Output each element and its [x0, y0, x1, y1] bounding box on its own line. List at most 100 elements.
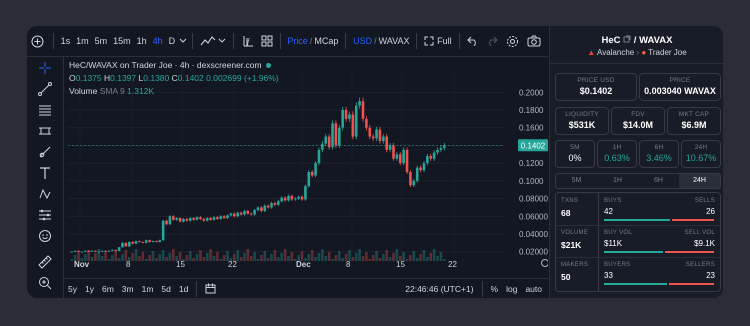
- change-1h-card[interactable]: 1H 0.63%: [597, 140, 637, 168]
- fib-tool[interactable]: [36, 102, 54, 118]
- candle-body: [344, 110, 348, 119]
- range-1y[interactable]: 1y: [81, 284, 98, 294]
- range-1d[interactable]: 1d: [175, 284, 192, 294]
- screenshot-button[interactable]: [523, 30, 545, 52]
- candle-body: [422, 163, 426, 171]
- candle-body: [385, 136, 389, 150]
- candle-body: [158, 240, 162, 242]
- candle-body: [178, 218, 182, 222]
- timeframe-1h[interactable]: 1h: [134, 30, 150, 52]
- volume-bar: [216, 252, 219, 261]
- timeframe-4h[interactable]: 4h: [150, 30, 166, 52]
- pair-header: HeC / WAVAX: [601, 35, 673, 46]
- horizontal-lines-icon: [39, 105, 51, 116]
- candle-body: [419, 167, 422, 171]
- candle-body: [100, 250, 104, 252]
- volume-bar: [331, 259, 334, 261]
- auto-scale-button[interactable]: auto: [521, 284, 546, 294]
- volume-bar: [127, 257, 131, 261]
- percent-scale-button[interactable]: %: [487, 284, 503, 294]
- wavax-option[interactable]: WAVAX: [379, 36, 410, 46]
- change-24h-card[interactable]: 24H 10.67%: [681, 140, 721, 168]
- ruler-tool[interactable]: [36, 254, 54, 270]
- currency-toggle[interactable]: USD / WAVAX: [350, 30, 412, 52]
- mcap-option[interactable]: MCap: [314, 36, 338, 46]
- usd-option[interactable]: USD: [353, 36, 372, 46]
- candle-body: [307, 172, 311, 187]
- range-6m[interactable]: 6m: [98, 284, 118, 294]
- volume-bar: [283, 249, 287, 261]
- pattern-tool[interactable]: [36, 123, 54, 139]
- volume-bar: [419, 254, 422, 261]
- volume-bar: [293, 259, 297, 261]
- text-tool[interactable]: [36, 165, 54, 181]
- high-value: 0.1397: [110, 73, 137, 83]
- divider: [556, 257, 720, 258]
- tab-1h[interactable]: 1H: [597, 174, 638, 188]
- volume-bar: [327, 252, 331, 261]
- fullscreen-button[interactable]: Full: [421, 30, 455, 52]
- range-3m[interactable]: 3m: [118, 284, 138, 294]
- log-scale-button[interactable]: log: [502, 284, 521, 294]
- timeframe-1s[interactable]: 1s: [58, 30, 74, 52]
- projection-tool[interactable]: [36, 186, 54, 202]
- chain-name[interactable]: Avalanche: [597, 48, 634, 57]
- layouts-button[interactable]: [258, 30, 276, 52]
- volume-bar: [375, 251, 378, 261]
- range-1m[interactable]: 1m: [138, 284, 158, 294]
- trendline-tool[interactable]: [36, 81, 54, 97]
- copy-icon[interactable]: [623, 35, 631, 43]
- change-5m-card[interactable]: 5M 0%: [555, 140, 595, 168]
- change-6h-card[interactable]: 6H 3.46%: [639, 140, 679, 168]
- slash-separator: /: [374, 36, 377, 46]
- price-chart[interactable]: 0.20000.18000.16000.14000.12000.10000.08…: [64, 57, 549, 269]
- range-5y[interactable]: 5y: [64, 284, 81, 294]
- chart-type-button[interactable]: [197, 30, 229, 52]
- settings-button[interactable]: [501, 30, 523, 52]
- chart-settings-icon[interactable]: [541, 259, 549, 267]
- drawing-toolbar: [27, 56, 64, 298]
- sells-value: 26: [706, 207, 715, 216]
- measure-range-tool[interactable]: [36, 207, 54, 223]
- volume-bar: [270, 254, 273, 261]
- volume-bar: [273, 250, 277, 261]
- tab-6h[interactable]: 6H: [638, 174, 679, 188]
- timeframe-dropdown[interactable]: [178, 30, 188, 52]
- divider: [345, 33, 347, 49]
- crosshair-tool[interactable]: [36, 60, 54, 76]
- goto-date-button[interactable]: [201, 283, 220, 296]
- range-5d[interactable]: 5d: [157, 284, 174, 294]
- divider: [232, 33, 234, 49]
- volume-bar: [260, 255, 263, 261]
- zoom-tool[interactable]: [36, 275, 54, 291]
- volume-bar: [185, 255, 189, 261]
- price-mcap-toggle[interactable]: Price / MCap: [284, 30, 341, 52]
- dex-name[interactable]: Trader Joe: [648, 48, 686, 57]
- candle-body: [412, 180, 416, 186]
- timeframe-15m[interactable]: 15m: [110, 30, 134, 52]
- tab-24h[interactable]: 24H: [679, 174, 720, 188]
- ruler-icon: [38, 255, 52, 269]
- makers-label: MAKERS: [561, 262, 589, 268]
- redo-button[interactable]: [482, 30, 501, 52]
- candle-body: [195, 217, 199, 220]
- add-symbol-button[interactable]: [27, 30, 49, 52]
- timeframe-5m[interactable]: 5m: [92, 30, 111, 52]
- time-display[interactable]: 22:46:46 (UTC+1): [401, 284, 477, 294]
- timeframe-d[interactable]: D: [166, 30, 179, 52]
- candle-body: [168, 216, 172, 225]
- candle-body: [283, 197, 287, 201]
- sellers-value: 23: [706, 271, 715, 280]
- candle-body: [144, 240, 148, 243]
- indicators-button[interactable]: f: [238, 30, 258, 52]
- volume-bar: [429, 253, 433, 261]
- price-option[interactable]: Price: [287, 36, 308, 46]
- emoji-tool[interactable]: [36, 228, 54, 244]
- undo-button[interactable]: [463, 30, 482, 52]
- timeframe-1m[interactable]: 1m: [73, 30, 92, 52]
- brush-tool[interactable]: [36, 144, 54, 160]
- candle-body: [222, 216, 226, 219]
- volume-bar: [134, 249, 138, 261]
- volume-bar: [73, 255, 77, 261]
- tab-5m[interactable]: 5M: [556, 174, 597, 188]
